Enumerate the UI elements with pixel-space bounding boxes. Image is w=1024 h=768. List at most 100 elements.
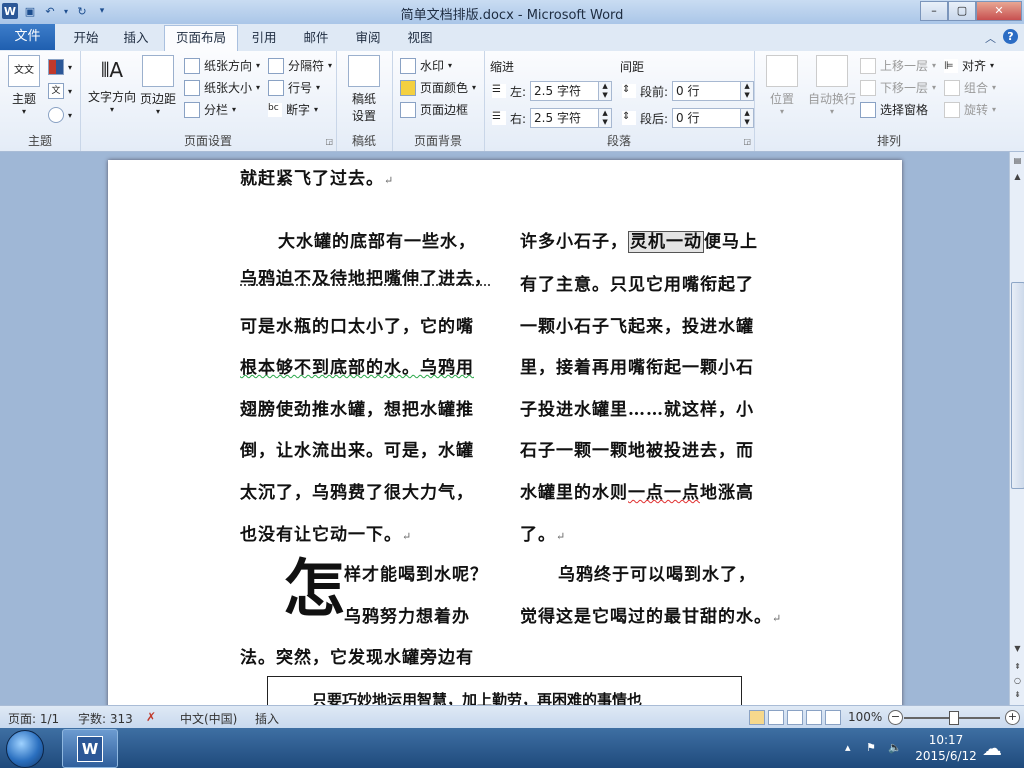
left-col-line-6[interactable]: 倒，让水流出来。可是，水罐: [240, 436, 474, 461]
bring-forward-button[interactable]: 上移一层 ▾: [860, 57, 936, 74]
vertical-scrollbar[interactable]: ▤ ▲ ▼ ⇞ ○ ⇟: [1009, 152, 1024, 705]
weather-gadget-icon[interactable]: ☁: [982, 736, 1002, 760]
wrap-text-button[interactable]: 自动换行 ▾: [804, 55, 860, 116]
select-browse-object-icon[interactable]: ○: [1011, 674, 1024, 687]
left-col-line-4[interactable]: 根本够不到底部的水。乌鸦用: [240, 353, 474, 378]
columns-button[interactable]: 分栏 ▾: [184, 101, 236, 118]
page-color-button[interactable]: 页面颜色 ▾: [400, 79, 476, 96]
page-setup-launcher-icon[interactable]: ◲: [325, 137, 333, 146]
full-screen-reading-icon[interactable]: [768, 710, 784, 725]
align-button[interactable]: ⊫ 对齐 ▾: [944, 57, 994, 74]
start-button[interactable]: [6, 730, 44, 768]
right-col-line-4[interactable]: 里，接着再用嘴衔起一颗小石: [520, 353, 754, 378]
left-col-line-8[interactable]: 也没有让它动一下。↵: [240, 520, 412, 545]
line-numbers-button[interactable]: 行号 ▾: [268, 79, 320, 96]
theme-colors-button[interactable]: ▾: [48, 59, 72, 75]
selection-pane-button[interactable]: 选择窗格: [860, 101, 928, 118]
breaks-button[interactable]: 分隔符 ▾: [268, 57, 332, 74]
tab-home[interactable]: 开始: [64, 26, 108, 50]
right-col-line-5[interactable]: 子投进水罐里……就这样，小: [520, 395, 754, 420]
spacing-before-input[interactable]: 0 行 ▲ ▼: [672, 81, 755, 101]
document-page[interactable]: [108, 160, 902, 705]
zoom-level[interactable]: 100%: [848, 710, 882, 724]
scroll-down-icon[interactable]: ▼: [1011, 642, 1024, 655]
dropcap-line-1[interactable]: 样才能喝到水呢？: [344, 560, 488, 585]
show-hidden-icons-icon[interactable]: ▴: [845, 741, 851, 754]
dropcap-line-3[interactable]: 法。突然，它发现水罐旁边有: [240, 643, 474, 668]
minimize-ribbon-icon[interactable]: ︿: [985, 30, 996, 46]
right-col-line-2[interactable]: 有了主意。只见它用嘴衔起了: [520, 270, 754, 295]
spacing-after-input[interactable]: 0 行 ▲ ▼: [672, 108, 755, 128]
volume-icon[interactable]: 🔈: [888, 741, 902, 754]
indent-right-input[interactable]: 2.5 字符 ▲ ▼: [530, 108, 613, 128]
theme-effects-button[interactable]: ▾: [48, 107, 72, 123]
group-objects-button[interactable]: 组合 ▾: [944, 79, 996, 96]
rotate-button[interactable]: 旋转 ▾: [944, 101, 996, 118]
right-col-line-7[interactable]: 水罐里的水则一点一点地涨高: [520, 478, 754, 503]
left-col-line-1[interactable]: 大水罐的底部有一些水，: [278, 227, 476, 252]
minimize-button[interactable]: –: [920, 1, 948, 21]
left-col-line-5[interactable]: 翅膀使劲推水罐，想把水罐推: [240, 395, 474, 420]
zoom-slider-thumb[interactable]: [949, 711, 959, 725]
orientation-button[interactable]: 纸张方向 ▾: [184, 57, 260, 74]
left-col-line-3[interactable]: 可是水瓶的口太小了，它的嘴: [240, 312, 474, 337]
document-workspace[interactable]: 就赶紧飞了过去。↵ 大水罐的底部有一些水， 乌鸦迫不及待地把嘴伸了进去， 可是水…: [0, 152, 1009, 705]
position-button[interactable]: 位置 ▾: [762, 55, 802, 116]
theme-fonts-button[interactable]: 文 ▾: [48, 83, 72, 99]
breaks-icon: [268, 57, 284, 74]
right-col-line-6[interactable]: 石子一颗一颗地被投进去，而: [520, 436, 754, 461]
indent-left: ☰ 左: 2.5 字符 ▲ ▼: [492, 81, 613, 101]
status-language[interactable]: 中文(中国): [180, 710, 237, 727]
next-page-icon[interactable]: ⇟: [1011, 688, 1024, 701]
proofing-icon[interactable]: ✗: [146, 710, 156, 724]
right-end-line-1[interactable]: 乌鸦终于可以喝到水了，: [558, 560, 756, 585]
text-box-content[interactable]: 只要巧妙地运用智慧，加上勤劳，再困难的事情也: [312, 689, 642, 705]
page-border-button[interactable]: 页面边框: [400, 101, 468, 118]
margins-button[interactable]: 页边距 ▾: [138, 55, 178, 116]
tab-view[interactable]: 视图: [398, 26, 442, 50]
status-page[interactable]: 页面: 1/1: [8, 710, 59, 727]
draft-view-icon[interactable]: [825, 710, 841, 725]
right-col-line-3[interactable]: 一颗小石子飞起来，投进水罐: [520, 312, 754, 337]
right-col-line-1[interactable]: 许多小石子， 灵机一动 便马上: [520, 227, 758, 253]
action-center-icon[interactable]: ⚑: [866, 741, 876, 754]
tab-review[interactable]: 审阅: [346, 26, 390, 50]
tab-insert[interactable]: 插入: [114, 26, 158, 50]
size-button[interactable]: 纸张大小 ▾: [184, 79, 260, 96]
tab-references[interactable]: 引用: [242, 26, 286, 50]
previous-page-icon[interactable]: ⇞: [1011, 660, 1024, 673]
text-direction-button[interactable]: ⫴A 文字方向 ▾: [84, 55, 140, 114]
left-col-line-7[interactable]: 太沉了，乌鸦费了很大力气，: [240, 478, 474, 503]
taskbar-word-button[interactable]: W: [62, 729, 118, 768]
left-col-line-2[interactable]: 乌鸦迫不及待地把嘴伸了进去，: [240, 264, 492, 289]
right-end-line-2[interactable]: 觉得这是它喝过的最甘甜的水。↵: [520, 602, 782, 627]
indent-left-input[interactable]: 2.5 字符 ▲ ▼: [530, 81, 613, 101]
status-words[interactable]: 字数: 313: [78, 710, 133, 727]
close-button[interactable]: ✕: [976, 1, 1022, 21]
help-icon[interactable]: ?: [1003, 29, 1018, 44]
tab-page-layout[interactable]: 页面布局: [164, 25, 238, 52]
themes-button[interactable]: 文文 主题 ▾: [6, 55, 42, 116]
scroll-thumb[interactable]: [1011, 282, 1024, 489]
top-line[interactable]: 就赶紧飞了过去。↵: [240, 164, 394, 189]
paragraph-launcher-icon[interactable]: ◲: [743, 137, 751, 146]
ruler-toggle-icon[interactable]: ▤: [1011, 154, 1024, 167]
tab-mailings[interactable]: 邮件: [294, 26, 338, 50]
right-col-line-8[interactable]: 了。↵: [520, 520, 566, 545]
dropcap-line-2[interactable]: 乌鸦努力想着办: [344, 602, 470, 627]
drop-cap[interactable]: 怎: [283, 558, 345, 620]
zoom-in-icon[interactable]: +: [1005, 710, 1020, 725]
watermark-button[interactable]: 水印 ▾: [400, 57, 452, 74]
zoom-out-icon[interactable]: −: [888, 710, 903, 725]
hyphenation-button[interactable]: bc 断字 ▾: [268, 101, 318, 118]
scroll-up-icon[interactable]: ▲: [1011, 170, 1024, 183]
print-layout-icon[interactable]: [749, 710, 765, 725]
clock[interactable]: 10:17 2015/6/12: [910, 732, 982, 764]
tab-file[interactable]: 文件: [0, 24, 55, 50]
web-layout-icon[interactable]: [787, 710, 803, 725]
send-backward-button[interactable]: 下移一层 ▾: [860, 79, 936, 96]
status-mode[interactable]: 插入: [255, 710, 279, 727]
draft-paper-button[interactable]: 稿纸 设置: [344, 55, 384, 124]
maximize-button[interactable]: ▢: [948, 1, 976, 21]
outline-view-icon[interactable]: [806, 710, 822, 725]
